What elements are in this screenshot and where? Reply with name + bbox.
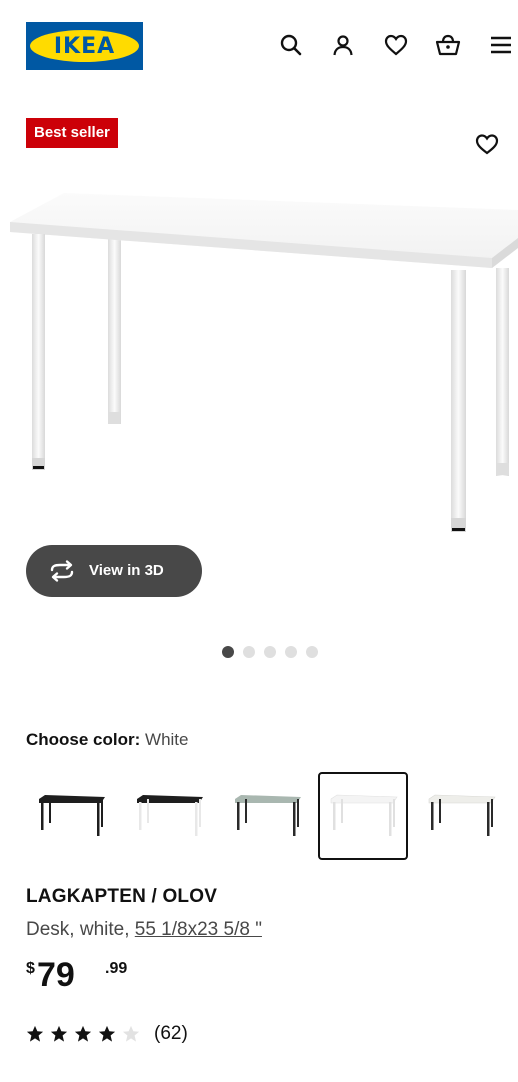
carousel-dot[interactable] (222, 646, 234, 658)
review-count: (62) (154, 1023, 188, 1044)
logo-text: IKEA (53, 33, 116, 59)
view-in-3d-button[interactable]: View in 3D (26, 545, 202, 597)
swatch-thumbnail (235, 795, 301, 836)
product-rating[interactable]: (62) (26, 1022, 188, 1046)
star-filled-icon (50, 1025, 68, 1042)
product-image[interactable] (0, 180, 518, 540)
color-swatch-white[interactable] (318, 772, 408, 860)
product-description: Desk, white, 55 1/8x23 5/8 " (26, 919, 262, 941)
swatch-thumbnail (428, 794, 496, 836)
color-swatch-gray-green[interactable] (222, 772, 312, 860)
view-in-3d-label: View in 3D (89, 562, 164, 579)
add-to-favourites-button[interactable] (473, 130, 501, 158)
price-currency: $ (26, 960, 35, 977)
selected-color-value: White (145, 730, 189, 749)
color-swatch-black[interactable] (26, 772, 116, 860)
carousel-dot[interactable] (264, 646, 276, 658)
swatch-thumbnail (330, 794, 398, 836)
menu-icon[interactable] (488, 32, 514, 58)
swatch-thumbnail (39, 795, 105, 836)
star-filled-icon (26, 1025, 44, 1042)
swatch-thumbnail (137, 795, 203, 836)
color-swatch-white-black[interactable] (416, 772, 506, 860)
search-icon[interactable] (278, 32, 304, 58)
carousel-dot[interactable] (243, 646, 255, 658)
rotate-3d-icon (50, 560, 74, 582)
product-type: Desk, white, (26, 919, 135, 940)
carousel-indicator (222, 646, 318, 658)
heart-icon (475, 134, 499, 155)
price-decimal: .99 (105, 960, 128, 977)
star-filled-icon (74, 1025, 92, 1042)
price-integer: 79 (37, 956, 75, 994)
color-chooser-label: Choose color: White (26, 730, 189, 750)
star-empty-icon (122, 1025, 140, 1042)
choose-color-heading: Choose color: (26, 730, 141, 749)
logo-oval: IKEA (30, 30, 139, 62)
carousel-dot[interactable] (306, 646, 318, 658)
best-seller-badge: Best seller (26, 118, 118, 148)
cart-icon[interactable] (435, 32, 461, 58)
star-filled-icon (98, 1025, 116, 1042)
product-size-link[interactable]: 55 1/8x23 5/8 " (135, 919, 262, 940)
ikea-logo[interactable]: IKEA (26, 22, 143, 70)
product-name: LAGKAPTEN / OLOV (26, 886, 218, 907)
user-icon[interactable] (330, 32, 356, 58)
carousel-dot[interactable] (285, 646, 297, 658)
color-swatch-black-white[interactable] (124, 772, 214, 860)
heart-icon[interactable] (383, 32, 409, 58)
header: IKEA (0, 0, 518, 90)
